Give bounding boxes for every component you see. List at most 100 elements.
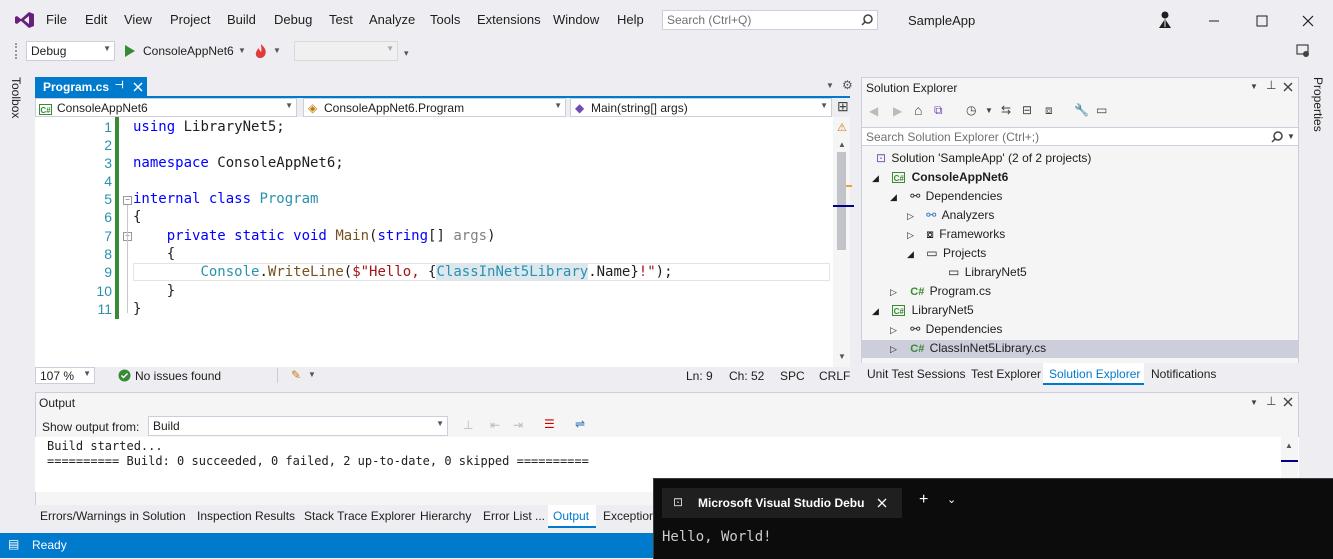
scroll-thumb[interactable] xyxy=(837,152,846,250)
chevron-down-icon[interactable]: ⌄ xyxy=(947,493,956,506)
switch-views-icon[interactable]: ⧉ xyxy=(934,103,943,118)
start-debugging-icon[interactable] xyxy=(124,44,136,58)
show-all-files-icon[interactable]: ⧈ xyxy=(1045,103,1053,118)
preview-icon[interactable]: ▭ xyxy=(1096,103,1107,117)
scroll-down-icon[interactable]: ▼ xyxy=(838,352,846,361)
tree-item-classinnet5library[interactable]: ▷ C# ClassInNet5Library.cs xyxy=(890,341,1046,355)
minimize-icon[interactable] xyxy=(1208,15,1220,27)
tree-item-analyzers[interactable]: ▷ ⚯ Analyzers xyxy=(907,208,994,222)
properties-tab[interactable]: Properties xyxy=(1311,77,1325,132)
split-icon[interactable]: ⊞ xyxy=(837,98,849,115)
sync-icon[interactable]: ⇆ xyxy=(1001,103,1011,117)
code-cleanup-icon[interactable]: ✎ xyxy=(291,368,301,382)
toolbox-tab[interactable]: Toolbox xyxy=(9,77,23,118)
live-share-icon[interactable] xyxy=(1156,10,1174,30)
tree-item-program-cs[interactable]: ▷ C# Program.cs xyxy=(890,284,991,298)
previous-message-icon[interactable]: ⇤ xyxy=(490,418,500,432)
expanded-arrow-icon[interactable]: ◢ xyxy=(872,173,879,183)
member-nav-dropdown[interactable]: ◆ Main(string[] args) ▼ xyxy=(570,98,832,117)
tree-item-dependencies[interactable]: ▷ ⚯ Dependencies xyxy=(890,322,1002,336)
tree-item-frameworks[interactable]: ▷ ⧇ Frameworks xyxy=(907,227,1005,242)
close-panel-icon[interactable] xyxy=(1283,397,1293,407)
tab-test-explorer[interactable]: Test Explorer xyxy=(971,367,1041,381)
close-terminal-tab-icon[interactable] xyxy=(877,498,887,508)
collapse-all-icon[interactable]: ⊟ xyxy=(1022,103,1032,117)
expanded-arrow-icon[interactable]: ◢ xyxy=(872,306,879,316)
chevron-down-icon[interactable]: ▼ xyxy=(273,46,281,55)
tree-item-consoleappnet6[interactable]: ◢ C# ConsoleAppNet6 xyxy=(872,170,1008,184)
tree-item-dependencies[interactable]: ◢ ⚯ Dependencies xyxy=(890,189,1002,203)
hot-reload-icon[interactable] xyxy=(252,42,270,60)
line-indicator[interactable]: Ln: 9 xyxy=(686,369,713,383)
scroll-up-icon[interactable]: ▲ xyxy=(838,140,846,149)
properties-icon[interactable]: 🔧 xyxy=(1074,103,1089,117)
toolbar-grip[interactable] xyxy=(15,43,20,59)
collapsed-arrow-icon[interactable]: ▷ xyxy=(890,344,897,354)
collapsed-arrow-icon[interactable]: ▷ xyxy=(890,325,897,335)
tab-solution-explorer[interactable]: Solution Explorer xyxy=(1043,363,1144,385)
collapsed-arrow-icon[interactable]: ▷ xyxy=(907,230,914,240)
clear-all-icon[interactable]: ☰ xyxy=(544,417,555,431)
zoom-dropdown[interactable]: 107 % ▼ xyxy=(35,367,95,384)
pending-changes-icon[interactable]: ◷ xyxy=(966,103,976,117)
menu-file[interactable]: File xyxy=(46,12,67,27)
menu-analyze[interactable]: Analyze xyxy=(369,12,415,27)
menu-edit[interactable]: Edit xyxy=(85,12,107,27)
tree-item-projects[interactable]: ◢ ▭ Projects xyxy=(907,246,986,260)
solution-search-input[interactable]: Search Solution Explorer (Ctrl+;) ▼ xyxy=(862,127,1298,146)
chevron-down-icon[interactable]: ▼ xyxy=(985,106,993,115)
close-tab-icon[interactable] xyxy=(133,82,143,92)
close-panel-icon[interactable] xyxy=(1283,82,1293,92)
issues-status[interactable]: No issues found xyxy=(135,369,221,383)
whitespace-indicator[interactable]: SPC xyxy=(780,369,805,383)
disabled-dropdown[interactable]: ▼ xyxy=(294,41,398,61)
tab-unit-test-sessions[interactable]: Unit Test Sessions xyxy=(867,367,966,381)
configuration-dropdown[interactable]: Debug ▼ xyxy=(26,41,115,61)
tab-inspection-results[interactable]: Inspection Results xyxy=(197,509,295,523)
menu-test[interactable]: Test xyxy=(329,12,353,27)
tree-item-librarynet5[interactable]: ◢ C# LibraryNet5 xyxy=(872,303,974,317)
menu-build[interactable]: Build xyxy=(227,12,256,27)
tab-notifications[interactable]: Notifications xyxy=(1151,367,1216,381)
search-input[interactable]: Search (Ctrl+Q) xyxy=(662,10,878,30)
project-nav-dropdown[interactable]: C# ConsoleAppNet6 ▼ xyxy=(35,98,297,117)
tree-item-librarynet5-ref[interactable]: ▭ LibraryNet5 xyxy=(948,265,1027,279)
pin-icon[interactable]: ⊥ xyxy=(1266,394,1276,408)
tab-errors-warnings[interactable]: Errors/Warnings in Solution xyxy=(40,509,186,523)
toolbar-overflow-icon[interactable]: ▾ xyxy=(404,48,409,59)
tab-error-list[interactable]: Error List ... xyxy=(483,509,545,523)
home-icon[interactable]: ⌂ xyxy=(914,102,922,118)
warning-icon[interactable]: ⚠ xyxy=(837,121,847,134)
tab-hierarchy[interactable]: Hierarchy xyxy=(420,509,471,523)
maximize-icon[interactable] xyxy=(1256,15,1268,27)
chevron-down-icon[interactable]: ▼ xyxy=(238,46,246,55)
tab-exception[interactable]: Exception xyxy=(603,509,656,523)
collapsed-arrow-icon[interactable]: ▷ xyxy=(890,287,897,297)
expanded-arrow-icon[interactable]: ◢ xyxy=(890,192,897,202)
menu-help[interactable]: Help xyxy=(617,12,644,27)
collapsed-arrow-icon[interactable]: ▷ xyxy=(907,211,914,221)
window-options-icon[interactable]: ▼ xyxy=(1250,82,1258,91)
line-ending-indicator[interactable]: CRLF xyxy=(819,369,850,383)
menu-view[interactable]: View xyxy=(124,12,152,27)
tab-stack-trace-explorer[interactable]: Stack Trace Explorer xyxy=(304,509,415,523)
word-wrap-icon[interactable]: ⇌ xyxy=(575,417,585,431)
collapse-class-icon[interactable]: − xyxy=(123,196,132,205)
pin-icon[interactable]: ⊥ xyxy=(1266,78,1276,92)
expanded-arrow-icon[interactable]: ◢ xyxy=(907,249,914,259)
column-indicator[interactable]: Ch: 52 xyxy=(729,369,764,383)
menu-tools[interactable]: Tools xyxy=(430,12,460,27)
chevron-down-icon[interactable]: ▼ xyxy=(308,370,316,379)
next-message-icon[interactable]: ⇥ xyxy=(513,418,523,432)
tree-item-solution[interactable]: ⊡ Solution 'SampleApp' (2 of 2 projects) xyxy=(876,151,1091,165)
find-message-icon[interactable]: ⊥ xyxy=(463,418,473,432)
scroll-up-icon[interactable]: ▲ xyxy=(1285,441,1293,450)
gear-icon[interactable]: ⚙ xyxy=(842,78,853,92)
close-window-icon[interactable] xyxy=(1302,15,1314,27)
new-tab-icon[interactable]: + xyxy=(919,491,928,509)
menu-project[interactable]: Project xyxy=(170,12,210,27)
output-source-dropdown[interactable]: Build ▼ xyxy=(148,416,448,436)
tab-program-cs[interactable]: Program.cs ⊣ xyxy=(35,77,147,97)
tab-output[interactable]: Output xyxy=(548,505,596,528)
forward-icon[interactable]: ▶ xyxy=(893,104,902,118)
